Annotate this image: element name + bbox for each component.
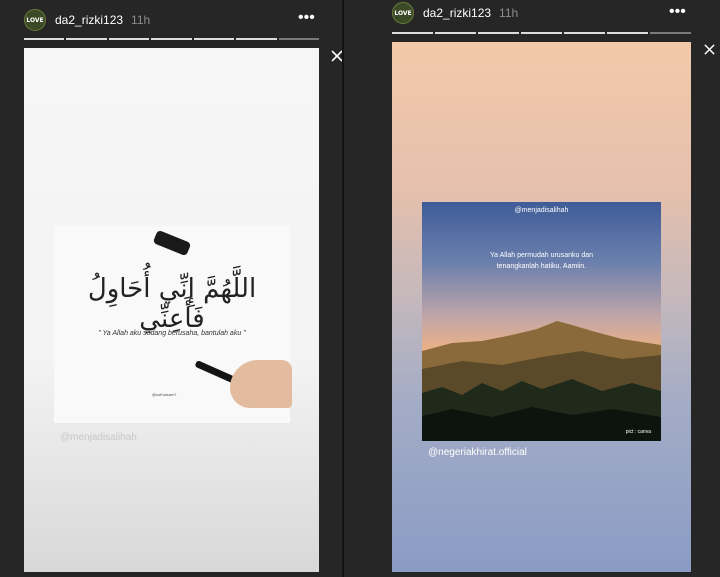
avatar-text: LOVE (394, 9, 412, 17)
progress-segment (66, 38, 107, 40)
timestamp: 11h (131, 13, 151, 27)
progress-segment (607, 32, 648, 34)
progress-segment (392, 32, 433, 34)
avatar[interactable]: LOVE (392, 2, 414, 24)
watermark-mention[interactable]: @menjadisalihah (60, 432, 137, 443)
progress-segment (278, 38, 319, 40)
progress-segment (193, 38, 235, 40)
marker-cap-image (152, 229, 192, 257)
arabic-calligraphy: اللَّهُمَّ إِنِّي أُحَاوِلُ فَأَعِنِّي (87, 274, 257, 334)
close-icon[interactable] (703, 43, 716, 56)
progress-segment (478, 32, 519, 34)
small-credit: @sufhaisam7 (152, 392, 177, 397)
progress-segment (521, 32, 562, 34)
progress-segment (24, 38, 65, 40)
timestamp: 11h (499, 6, 519, 20)
quote-line-2: tenangkanlah hatiku. Aamiin. (496, 263, 587, 270)
quote-card: اللَّهُمَّ إِنِّي أُحَاوِلُ فَأَعِنِّي "… (54, 226, 292, 423)
story-header: LOVE da2_rizki123 11h (24, 9, 150, 31)
story-content[interactable]: @menjadisalihah Ya Allah permudah urusan… (392, 42, 691, 572)
quote-text: " Ya Allah aku sedang berusaha, bantulah… (98, 330, 246, 337)
progress-segment (564, 32, 605, 34)
mountain-landscape (422, 321, 661, 441)
progress-segment (236, 38, 277, 40)
quote-line-1: Ya Allah permudah urusanku dan (490, 252, 593, 259)
story-header: LOVE da2_rizki123 11h (392, 2, 518, 24)
quote-card: @menjadisalihah Ya Allah permudah urusan… (422, 202, 661, 441)
story-viewer-left: LOVE da2_rizki123 11h ••• اللَّهُمَّ إِن… (0, 0, 343, 577)
watermark-mention[interactable]: @negeriakhirat.official (428, 447, 527, 458)
avatar[interactable]: LOVE (24, 9, 46, 31)
progress-segment (108, 38, 150, 40)
story-progress-bar (24, 38, 319, 40)
progress-segment (435, 32, 476, 34)
username[interactable]: da2_rizki123 (55, 13, 123, 27)
avatar-text: LOVE (26, 16, 44, 24)
progress-segment (650, 32, 691, 34)
username[interactable]: da2_rizki123 (423, 6, 491, 20)
hand-image (230, 360, 292, 408)
quote-text: Ya Allah permudah urusanku dan tenangkan… (422, 250, 661, 272)
card-handle: @menjadisalihah (514, 207, 569, 214)
pict-credit: pict : canva (625, 429, 651, 435)
story-progress-bar (392, 32, 691, 34)
more-dots-icon[interactable]: ••• (669, 4, 686, 20)
more-dots-icon[interactable]: ••• (298, 10, 315, 26)
progress-segment (151, 38, 192, 40)
story-content[interactable]: اللَّهُمَّ إِنِّي أُحَاوِلُ فَأَعِنِّي "… (24, 48, 319, 572)
